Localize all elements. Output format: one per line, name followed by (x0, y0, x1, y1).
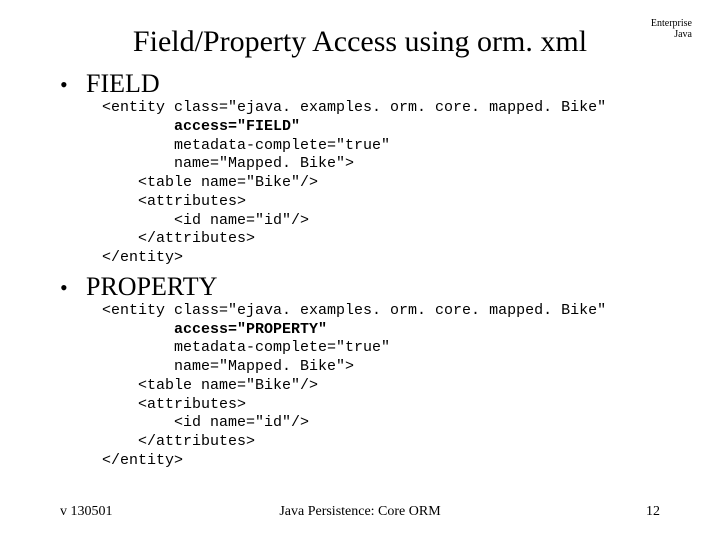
code-line: </entity> (102, 452, 183, 469)
footer-version: v 130501 (60, 504, 113, 520)
code-line: </attributes> (102, 433, 255, 450)
bullet-label-property: PROPERTY (86, 272, 217, 302)
code-line: access="PROPERTY" (102, 321, 327, 338)
header-line2: Java (651, 29, 692, 40)
code-line: <table name="Bike"/> (102, 377, 318, 394)
code-line: <attributes> (102, 193, 246, 210)
code-line: metadata-complete="true" (102, 137, 390, 154)
code-line: <id name="id"/> (102, 414, 309, 431)
footer-page-number: 12 (646, 504, 660, 520)
bullet-row-field: • FIELD (60, 69, 660, 99)
code-line: access="FIELD" (102, 118, 300, 135)
code-line: <id name="id"/> (102, 212, 309, 229)
code-line: <entity class="ejava. examples. orm. cor… (102, 99, 606, 116)
code-block-property: <entity class="ejava. examples. orm. cor… (102, 302, 660, 471)
code-line: name="Mapped. Bike"> (102, 155, 354, 172)
code-line: <attributes> (102, 396, 246, 413)
code-line: <table name="Bike"/> (102, 174, 318, 191)
code-line: metadata-complete="true" (102, 339, 390, 356)
code-line: name="Mapped. Bike"> (102, 358, 354, 375)
header-line1: Enterprise (651, 18, 692, 29)
code-line: </entity> (102, 249, 183, 266)
code-line: <entity class="ejava. examples. orm. cor… (102, 302, 606, 319)
code-block-field: <entity class="ejava. examples. orm. cor… (102, 99, 660, 268)
bullet-dot-icon: • (60, 277, 86, 299)
header-corner: Enterprise Java (651, 18, 692, 40)
bullet-label-field: FIELD (86, 69, 160, 99)
slide-title: Field/Property Access using orm. xml (60, 25, 660, 59)
code-line: </attributes> (102, 230, 255, 247)
slide: Enterprise Java Field/Property Access us… (0, 0, 720, 540)
bullet-row-property: • PROPERTY (60, 272, 660, 302)
bullet-dot-icon: • (60, 74, 86, 96)
footer: v 130501 Java Persistence: Core ORM 12 (0, 504, 720, 520)
